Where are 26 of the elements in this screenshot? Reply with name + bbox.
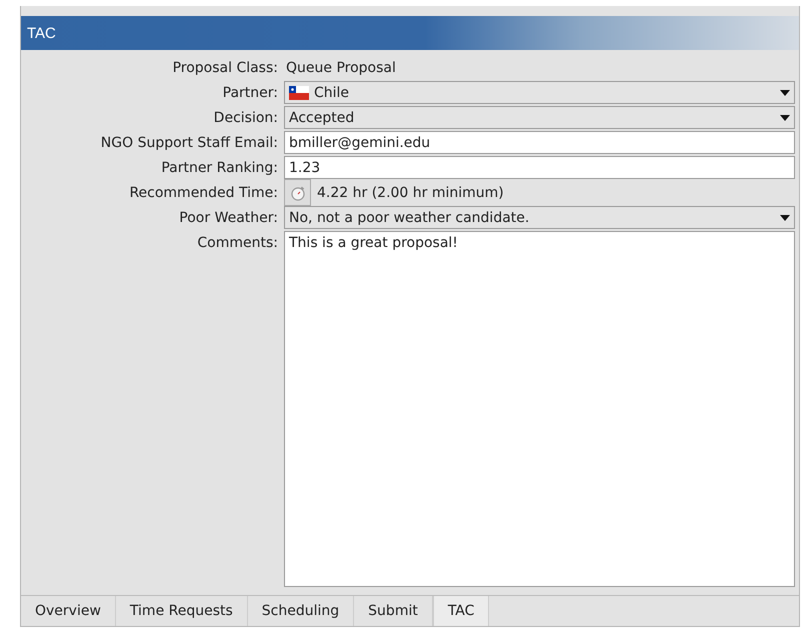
field-label: Poor Weather:: [178, 210, 279, 226]
caret-icon: [780, 214, 790, 220]
timer-button[interactable]: [284, 179, 311, 206]
dropdown[interactable]: No, not a poor weather candidate.: [284, 206, 795, 229]
field-label: Recommended Time:: [128, 184, 279, 200]
field-label: Partner Ranking:: [160, 160, 279, 176]
field-value: Queue Proposal: [285, 60, 396, 76]
dropdown[interactable]: Accepted: [284, 106, 795, 129]
field-label: NGO Support Staff Email:: [100, 134, 279, 150]
tab[interactable]: Time Requests: [116, 596, 248, 626]
dropdown[interactable]: Chile: [284, 81, 795, 104]
comments-field[interactable]: This is a great proposal!: [284, 231, 795, 587]
input-field[interactable]: 1.23: [284, 156, 795, 179]
caret-icon: [780, 90, 790, 96]
panel-title: TAC: [21, 16, 799, 50]
caret-icon: [780, 114, 790, 120]
tab[interactable]: Overview: [21, 596, 116, 626]
time-value: 4.22 hr (2.00 hr minimum): [316, 184, 504, 200]
field-label: Partner:: [222, 84, 279, 100]
field-label: Comments:: [196, 234, 279, 251]
input-field[interactable]: bmiller@gemini.edu: [284, 131, 795, 154]
field-label: Decision:: [212, 110, 279, 126]
stopwatch-icon: [290, 184, 306, 200]
tab[interactable]: Scheduling: [248, 596, 354, 626]
field-label: Proposal Class:: [172, 60, 279, 76]
tab[interactable]: TAC: [432, 596, 490, 626]
